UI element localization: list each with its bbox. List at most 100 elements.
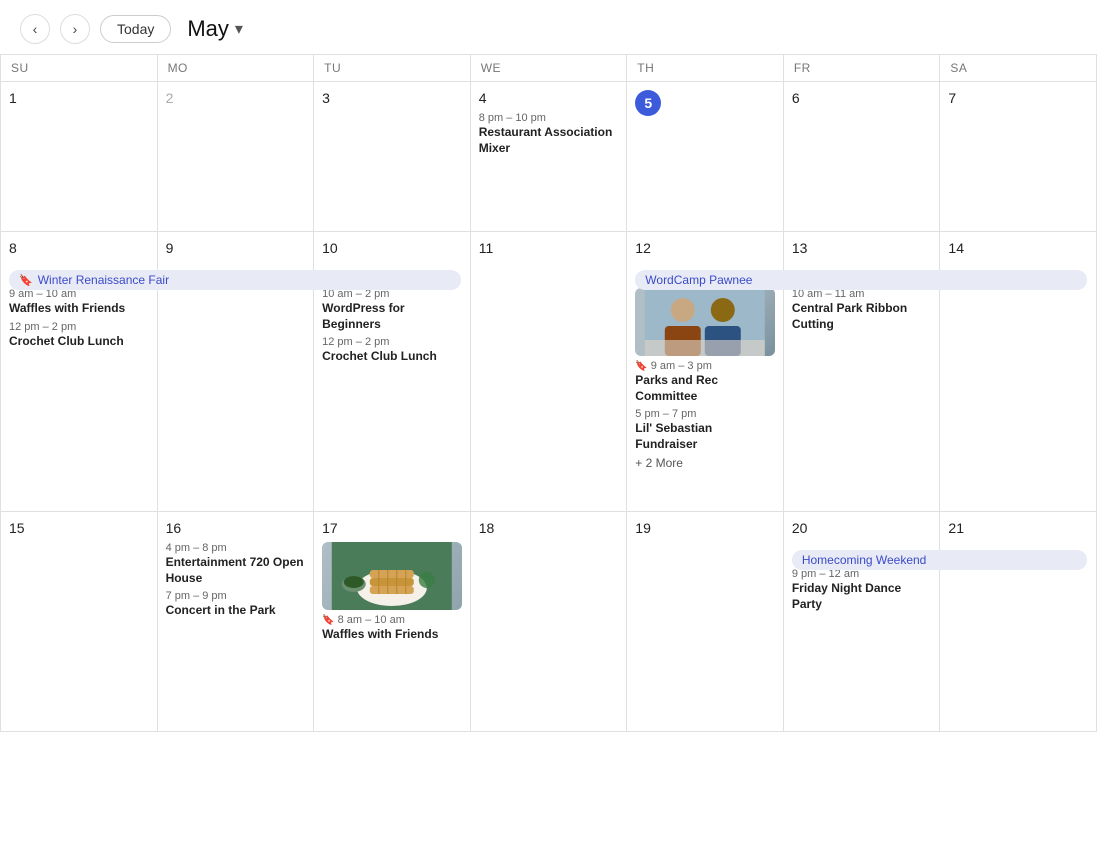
prev-button[interactable]: ‹ [20,14,50,44]
today-button[interactable]: Today [100,15,171,43]
food-svg [322,542,462,610]
event-time: 8 pm – 10 pm [479,112,619,124]
month-title: May ▾ [187,16,243,42]
more-events-link[interactable]: + 2 More [635,456,775,470]
day-20: 20 9 pm – 12 am Friday Night Dance Party [784,512,941,732]
day-11: 11 [471,232,628,512]
chevron-right-icon: › [73,21,78,37]
day-17: 17 [314,512,471,732]
day-8: 8 9 am – 10 am Waffles with Friends 12 p… [1,232,158,512]
day-9: 9 [158,232,315,512]
event-time: 7 pm – 9 pm [166,590,306,602]
day-num-14: 14 [948,240,964,256]
day-12: 12 [627,232,784,512]
day-7: 7 [940,82,1097,232]
wordcamp-image [635,288,775,356]
day-num-21: 21 [948,520,964,536]
event-time: 9 pm – 12 am [792,568,932,580]
event-concert[interactable]: 7 pm – 9 pm Concert in the Park [166,590,306,619]
calendar-header: ‹ › Today May ▾ [0,0,1097,54]
chevron-left-icon: ‹ [33,21,38,37]
day-4: 4 8 pm – 10 pm Restaurant Association Mi… [471,82,628,232]
event-sebastian[interactable]: 5 pm – 7 pm Lil' Sebastian Fundraiser [635,408,775,452]
day-1: 1 [1,82,158,232]
people-svg [635,288,775,356]
event-ribbon[interactable]: 10 am – 11 am Central Park Ribbon Cuttin… [792,288,932,332]
day-14: 14 [940,232,1097,512]
day-num-7: 7 [948,90,956,106]
header-we: WE [471,55,628,82]
event-time: 4 pm – 8 pm [166,542,306,554]
week-row-3: Homecoming Weekend 15 16 4 pm – 8 pm Ent… [1,512,1097,732]
event-title: WordPress for Beginners [322,301,462,332]
header-th: TH [627,55,784,82]
day-num-3: 3 [322,90,330,106]
day-15: 15 [1,512,158,732]
event-crochet-10[interactable]: 12 pm – 2 pm Crochet Club Lunch [322,336,462,365]
event-title: Waffles with Friends [9,301,149,317]
day-10: 10 10 am – 2 pm WordPress for Beginners … [314,232,471,512]
event-time: 10 am – 2 pm [322,288,462,300]
day-18: 18 [471,512,628,732]
event-title: Central Park Ribbon Cutting [792,301,932,332]
event-title: Parks and Rec Committee [635,373,775,404]
header-su: SU [1,55,158,82]
event-time: 9 am – 10 am [9,288,149,300]
header-fr: FR [784,55,941,82]
day-num-6: 6 [792,90,800,106]
event-title: Crochet Club Lunch [322,349,462,365]
event-title: Crochet Club Lunch [9,334,149,350]
event-parks-rec[interactable]: 🔖 9 am – 3 pm Parks and Rec Committee [635,360,775,404]
day-num-10: 10 [322,240,338,256]
header-tu: TU [314,55,471,82]
day-num-1: 1 [9,90,17,106]
event-title: Concert in the Park [166,603,306,619]
day-num-8: 8 [9,240,17,256]
waffles-image [322,542,462,610]
event-friday-night[interactable]: 9 pm – 12 am Friday Night Dance Party [792,568,932,612]
pin-icon-17: 🔖 [322,615,334,626]
event-title: Waffles with Friends [322,627,462,643]
event-time: 8 am – 10 am [338,614,405,626]
day-num-5: 5 [635,90,661,116]
week-row-2: 🔖 Winter Renaissance Fair WordCamp Pawne… [1,232,1097,512]
event-time: 12 pm – 2 pm [9,321,149,333]
event-waffles-17[interactable]: 🔖 8 am – 10 am Waffles with Friends [322,614,462,643]
month-dropdown-icon[interactable]: ▾ [235,19,243,39]
day-num-12: 12 [635,240,651,256]
day-5: 5 [627,82,784,232]
event-title: Entertainment 720 Open House [166,555,306,586]
month-label: May [187,16,229,42]
day-19: 19 [627,512,784,732]
event-crochet-8[interactable]: 12 pm – 2 pm Crochet Club Lunch [9,321,149,350]
pin-icon: 🔖 [635,361,647,372]
day-num-19: 19 [635,520,651,536]
event-title: Lil' Sebastian Fundraiser [635,421,775,452]
calendar-grid: SU MO TU WE TH FR SA 1 2 3 4 8 pm – 10 p… [0,54,1097,732]
day-13: 13 10 am – 11 am Central Park Ribbon Cut… [784,232,941,512]
header-sa: SA [940,55,1097,82]
day-headers-row: SU MO TU WE TH FR SA [1,55,1097,82]
event-restaurant[interactable]: 8 pm – 10 pm Restaurant Association Mixe… [479,112,619,156]
day-2: 2 [158,82,315,232]
event-time: 5 pm – 7 pm [635,408,775,420]
event-entertainment[interactable]: 4 pm – 8 pm Entertainment 720 Open House [166,542,306,586]
day-num-2: 2 [166,90,174,106]
day-num-18: 18 [479,520,495,536]
day-num-17: 17 [322,520,338,536]
week-row-1: 1 2 3 4 8 pm – 10 pm Restaurant Associat… [1,82,1097,232]
event-time: 9 am – 3 pm [651,360,712,372]
day-num-11: 11 [479,240,494,256]
day-num-15: 15 [9,520,25,536]
day-num-16: 16 [166,520,182,536]
event-wordpress[interactable]: 10 am – 2 pm WordPress for Beginners [322,288,462,332]
event-title: Friday Night Dance Party [792,581,932,612]
day-3: 3 [314,82,471,232]
event-waffles-8[interactable]: 9 am – 10 am Waffles with Friends [9,288,149,317]
day-num-9: 9 [166,240,174,256]
day-num-4: 4 [479,90,487,106]
day-21: 21 [940,512,1097,732]
next-button[interactable]: › [60,14,90,44]
event-time: 12 pm – 2 pm [322,336,462,348]
event-title: Restaurant Association Mixer [479,125,619,156]
